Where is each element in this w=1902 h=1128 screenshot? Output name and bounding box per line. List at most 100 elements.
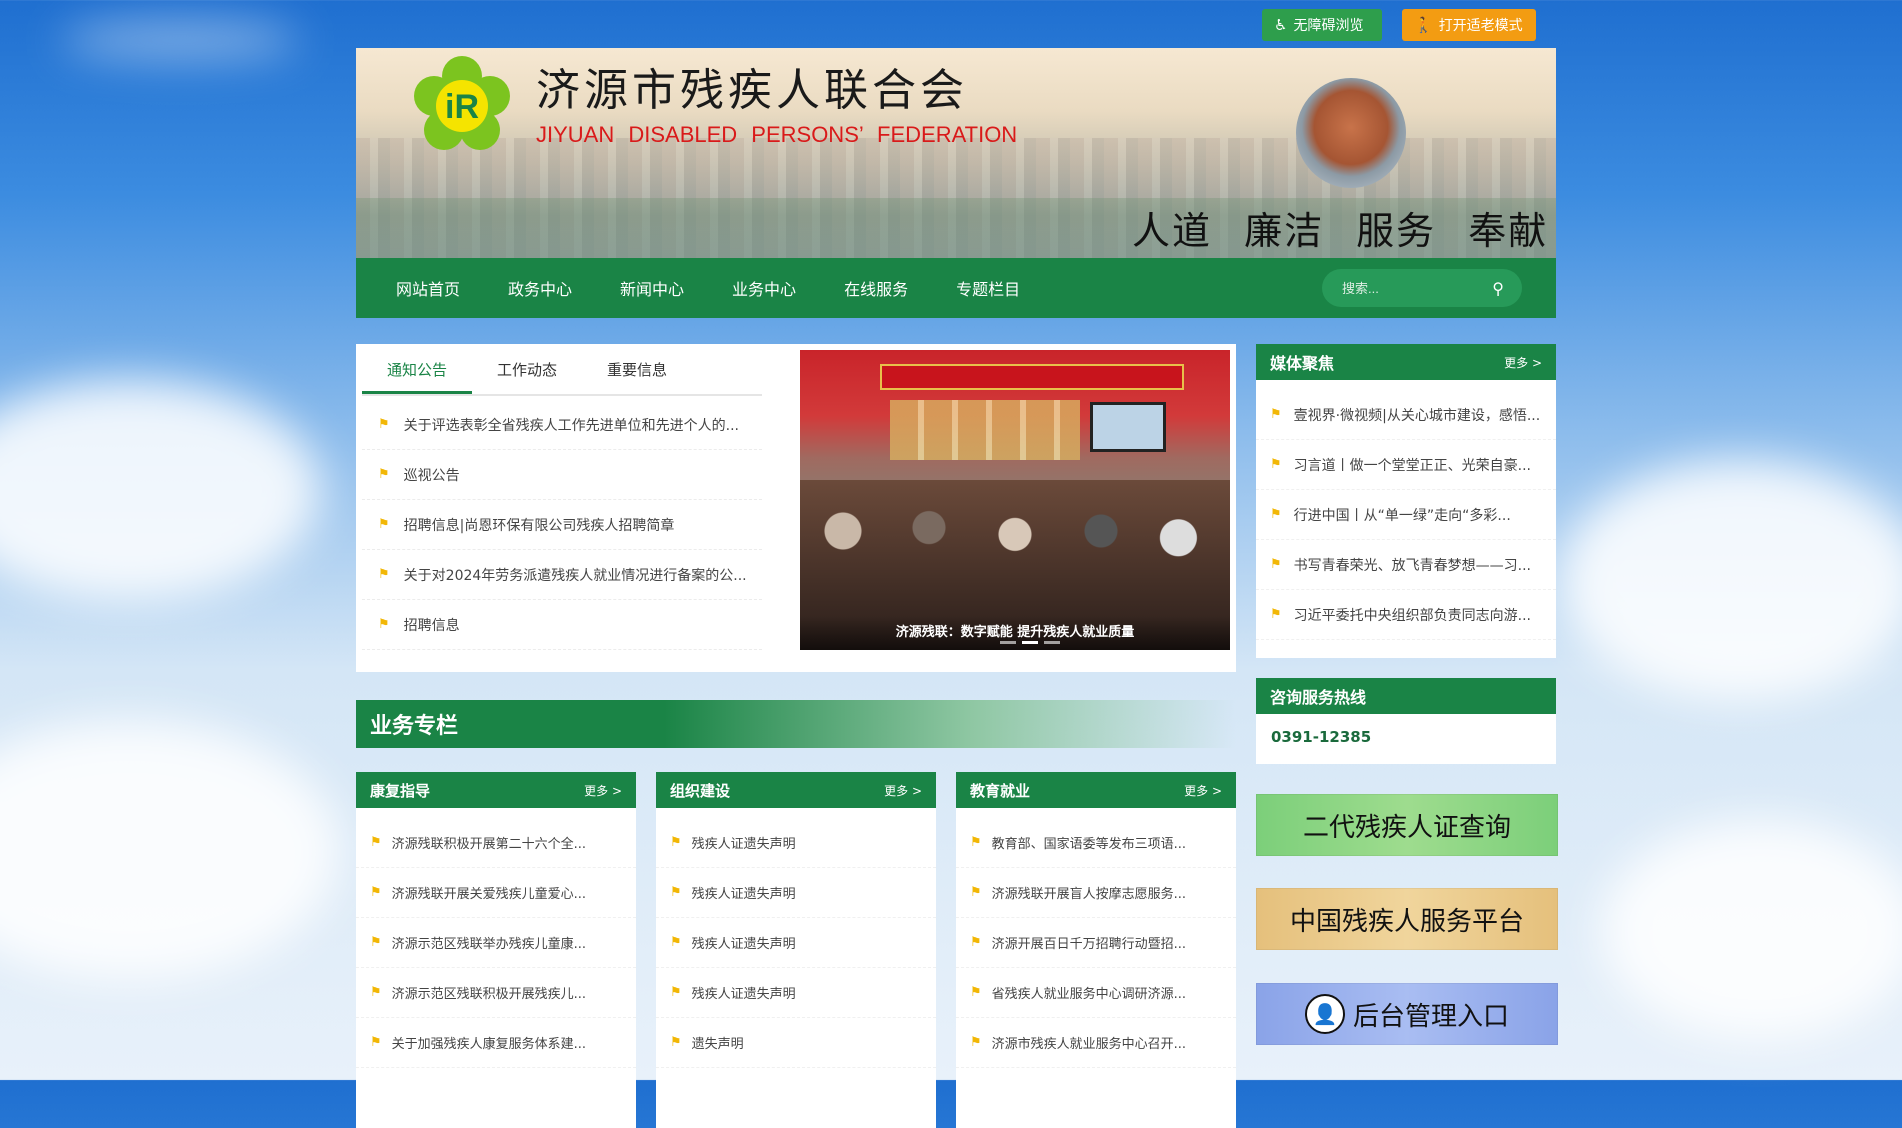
list-item[interactable]: ⚑ 关于对2024年劳务派遣残疾人就业情况进行备案的公... bbox=[362, 550, 762, 600]
list-item-text: 关于评选表彰全省残疾人工作先进单位和先进个人的... bbox=[403, 417, 740, 434]
list-item[interactable]: ⚑ 残疾人证遗失声明 bbox=[656, 918, 936, 968]
list-item[interactable]: ⚑ 遗失声明 bbox=[656, 1018, 936, 1068]
list-item[interactable]: ⚑ 书写青春荣光、放飞青春梦想——习... bbox=[1256, 540, 1556, 590]
org-more-link[interactable]: 更多 > bbox=[884, 782, 922, 799]
list-item[interactable]: ⚑ 济源残联开展盲人按摩志愿服务... bbox=[956, 868, 1236, 918]
list-item[interactable]: ⚑ 壹视界·微视频|从关心城市建设，感悟... bbox=[1256, 390, 1556, 440]
svg-text:iR: iR bbox=[445, 88, 479, 126]
flag-icon: ⚑ bbox=[378, 517, 390, 532]
flag-icon: ⚑ bbox=[970, 1035, 982, 1050]
list-item[interactable]: ⚑ 教育部、国家语委等发布三项语... bbox=[956, 818, 1236, 868]
employment-more-link[interactable]: 更多 > bbox=[1184, 782, 1222, 799]
cloud-decoration bbox=[0, 380, 320, 600]
cloud-decoration bbox=[1560, 460, 1902, 700]
list-item[interactable]: ⚑ 习近平委托中央组织部负责同志向游... bbox=[1256, 590, 1556, 640]
list-item[interactable]: ⚑ 省残疾人就业服务中心调研济源... bbox=[956, 968, 1236, 1018]
list-item-text: 壹视界·微视频|从关心城市建设，感悟... bbox=[1293, 407, 1541, 424]
flag-icon: ⚑ bbox=[970, 985, 982, 1000]
nav-special-topics[interactable]: 专题栏目 bbox=[932, 276, 1044, 300]
cert-query-button[interactable]: 二代残疾人证查询 bbox=[1256, 794, 1558, 856]
list-item[interactable]: ⚑ 济源市残疾人就业服务中心召开... bbox=[956, 1018, 1236, 1068]
hotline-number: 0391-12385 bbox=[1271, 728, 1372, 746]
cloud-decoration bbox=[1600, 820, 1902, 1040]
flag-icon: ⚑ bbox=[378, 567, 390, 582]
flag-icon: ⚑ bbox=[970, 935, 982, 950]
rehab-list: ⚑ 济源残联积极开展第二十六个全... ⚑ 济源残联开展关爱残疾儿童爱心... ⚑ 济… bbox=[356, 808, 636, 1068]
flag-icon: ⚑ bbox=[1270, 457, 1282, 472]
list-item[interactable]: ⚑ 济源开展百日千万招聘行动暨招... bbox=[956, 918, 1236, 968]
flag-icon: ⚑ bbox=[370, 985, 382, 1000]
nav-government[interactable]: 政务中心 bbox=[484, 276, 596, 300]
tab-notices[interactable]: 通知公告 bbox=[362, 350, 472, 394]
elder-mode-button[interactable]: 🚶 打开适老模式 bbox=[1402, 9, 1536, 41]
org-title: 组织建设 bbox=[670, 781, 731, 800]
rehab-column: 康复指导 更多 > ⚑ 济源残联积极开展第二十六个全... ⚑ 济源残联开展关爱残疾… bbox=[356, 772, 636, 1128]
cloud-decoration bbox=[60, 20, 300, 60]
list-item[interactable]: ⚑ 行进中国丨从“单一绿”走向“多彩... bbox=[1256, 490, 1556, 540]
flag-icon: ⚑ bbox=[370, 1035, 382, 1050]
list-item-text: 济源市残疾人就业服务中心召开... bbox=[991, 1037, 1187, 1052]
list-item[interactable]: ⚑ 习言道丨做一个堂堂正正、光荣自豪... bbox=[1256, 440, 1556, 490]
list-item-text: 招聘信息 bbox=[403, 617, 460, 634]
header-slogan: 人道 廉洁 服务 奉献 bbox=[1132, 209, 1549, 253]
list-item[interactable]: ⚑ 关于评选表彰全省残疾人工作先进单位和先进个人的... bbox=[362, 400, 762, 450]
business-section-title: 业务专栏 bbox=[370, 714, 459, 739]
hotline-header: 咨询服务热线 bbox=[1256, 678, 1556, 714]
carousel-dot[interactable] bbox=[1022, 641, 1038, 644]
rehab-more-link[interactable]: 更多 > bbox=[584, 782, 622, 799]
org-header: 组织建设 更多 > bbox=[656, 772, 936, 808]
admin-entry-label: 后台管理入口 bbox=[1352, 1001, 1509, 1032]
search-input[interactable] bbox=[1340, 279, 1484, 297]
photo-caption: 济源残联：数字赋能 提升残疾人就业质量 bbox=[800, 616, 1230, 650]
nav-business[interactable]: 业务中心 bbox=[708, 276, 820, 300]
business-section-header: 业务专栏 bbox=[356, 700, 1236, 748]
carousel-dot[interactable] bbox=[1044, 641, 1060, 644]
search-icon[interactable]: ⚲ bbox=[1492, 279, 1504, 298]
list-item-text: 招聘信息|尚恩环保有限公司残疾人招聘简章 bbox=[403, 517, 675, 534]
photo-boards bbox=[890, 400, 1080, 460]
hotline-title: 咨询服务热线 bbox=[1270, 688, 1367, 707]
list-item[interactable]: ⚑ 巡视公告 bbox=[362, 450, 762, 500]
list-item-text: 习近平委托中央组织部负责同志向游... bbox=[1293, 607, 1532, 624]
admin-entry-button[interactable]: 👤 后台管理入口 bbox=[1256, 983, 1558, 1045]
media-more-link[interactable]: 更多 > bbox=[1504, 354, 1542, 371]
accessible-browse-button[interactable]: ♿ 无障碍浏览 bbox=[1262, 9, 1382, 41]
cert-query-label: 二代残疾人证查询 bbox=[1302, 812, 1511, 843]
carousel-dot[interactable] bbox=[1000, 641, 1016, 644]
list-item[interactable]: ⚑ 济源残联开展关爱残疾儿童爱心... bbox=[356, 868, 636, 918]
walking-person-icon: 🚶 bbox=[1414, 16, 1433, 34]
list-item[interactable]: ⚑ 残疾人证遗失声明 bbox=[656, 868, 936, 918]
list-item-text: 巡视公告 bbox=[403, 467, 460, 484]
notice-list: ⚑ 关于评选表彰全省残疾人工作先进单位和先进个人的... ⚑ 巡视公告 ⚑ 招聘信息|… bbox=[362, 400, 762, 650]
list-item[interactable]: ⚑ 残疾人证遗失声明 bbox=[656, 818, 936, 868]
service-platform-button[interactable]: 中国残疾人服务平台 bbox=[1256, 888, 1558, 950]
list-item[interactable]: ⚑ 招聘信息 bbox=[362, 600, 762, 650]
list-item[interactable]: ⚑ 关于加强残疾人康复服务体系建... bbox=[356, 1018, 636, 1068]
flag-icon: ⚑ bbox=[378, 467, 390, 482]
nav-home[interactable]: 网站首页 bbox=[372, 276, 484, 300]
top-toolbar: ♿ 无障碍浏览 🚶 打开适老模式 bbox=[1262, 9, 1536, 41]
list-item[interactable]: ⚑ 济源示范区残联积极开展残疾儿... bbox=[356, 968, 636, 1018]
list-item[interactable]: ⚑ 济源残联积极开展第二十六个全... bbox=[356, 818, 636, 868]
nav-news[interactable]: 新闻中心 bbox=[596, 276, 708, 300]
news-photo-carousel[interactable]: 济源残联：数字赋能 提升残疾人就业质量 bbox=[800, 350, 1230, 650]
accessibility-icon: ♿ bbox=[1274, 16, 1288, 34]
list-item-text: 行进中国丨从“单一绿”走向“多彩... bbox=[1293, 507, 1511, 524]
tab-important-info[interactable]: 重要信息 bbox=[582, 350, 692, 394]
list-item-text: 济源示范区残联举办残疾儿童康... bbox=[391, 937, 587, 952]
org-list: ⚑ 残疾人证遗失声明 ⚑ 残疾人证遗失声明 ⚑ 残疾人证遗失声明 ⚑ 残疾人证遗失声明 … bbox=[656, 808, 936, 1068]
list-item-text: 济源残联积极开展第二十六个全... bbox=[391, 837, 587, 852]
search-box: ⚲ bbox=[1322, 269, 1522, 307]
media-focus-panel: 媒体聚焦 更多 > ⚑ 壹视界·微视频|从关心城市建设，感悟... ⚑ 习言道丨做一… bbox=[1256, 344, 1556, 658]
list-item[interactable]: ⚑ 招聘信息|尚恩环保有限公司残疾人招聘简章 bbox=[362, 500, 762, 550]
flag-icon: ⚑ bbox=[970, 885, 982, 900]
federation-logo-icon: iR bbox=[414, 56, 510, 150]
flag-icon: ⚑ bbox=[670, 885, 682, 900]
tab-work-updates[interactable]: 工作动态 bbox=[472, 350, 582, 394]
list-item[interactable]: ⚑ 济源示范区残联举办残疾儿童康... bbox=[356, 918, 636, 968]
flag-icon: ⚑ bbox=[1270, 557, 1282, 572]
nav-online-service[interactable]: 在线服务 bbox=[820, 276, 932, 300]
list-item-text: 省残疾人就业服务中心调研济源... bbox=[991, 987, 1187, 1002]
header-banner: iR 济源市残疾人联合会 JIYUAN DISABLED PERSONS’ FE… bbox=[356, 48, 1556, 258]
list-item[interactable]: ⚑ 残疾人证遗失声明 bbox=[656, 968, 936, 1018]
